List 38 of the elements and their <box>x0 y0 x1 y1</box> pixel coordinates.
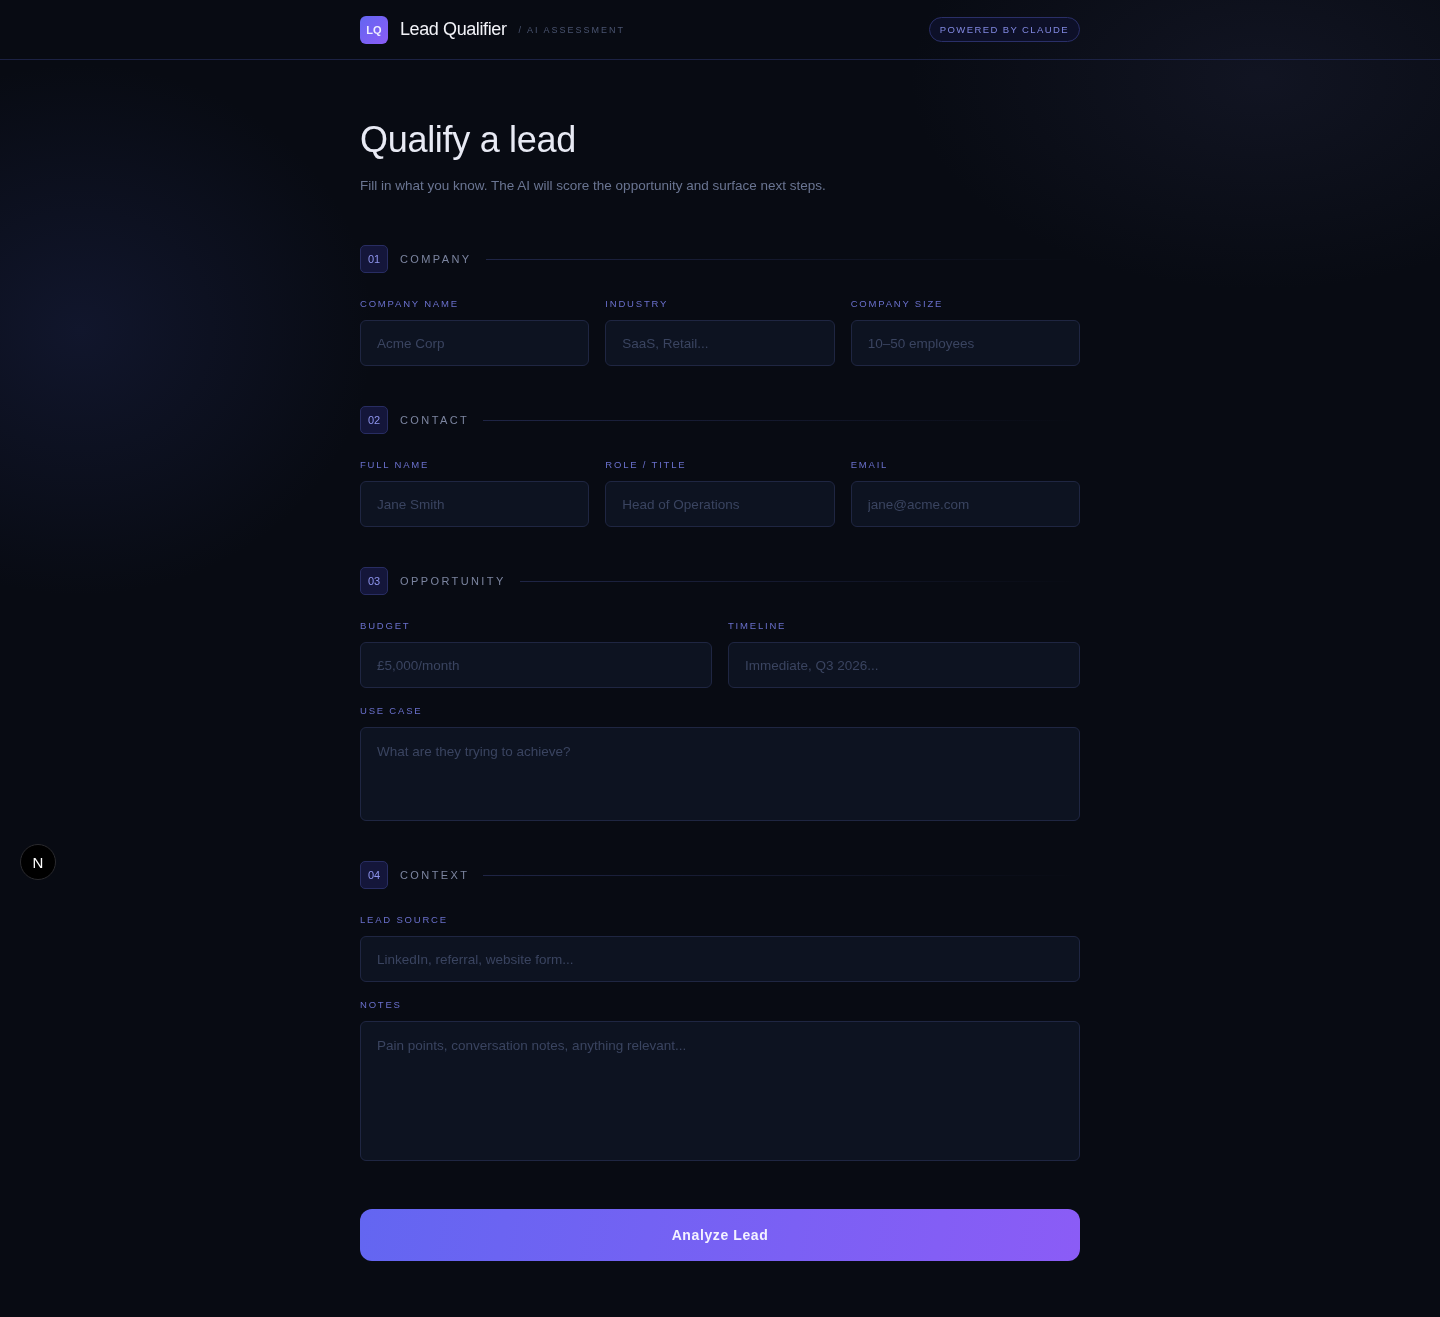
field-label: COMPANY NAME <box>360 297 459 311</box>
section-number: 02 <box>360 406 388 434</box>
section-number: 03 <box>360 567 388 595</box>
powered-by-badge: POWERED BY CLAUDE <box>928 17 1080 42</box>
page-description: Fill in what you know. The AI will score the opportunity and surface next steps. <box>360 177 827 195</box>
input-field[interactable]: jane@acme.com <box>850 481 1080 527</box>
section-number: 01 <box>360 245 388 273</box>
field-label: NOTES <box>360 998 402 1012</box>
input-field[interactable]: LinkedIn, referral, website form... <box>360 936 1080 982</box>
input-field[interactable]: Immediate, Q3 2026... <box>728 642 1080 688</box>
input-field[interactable]: SaaS, Retail... <box>605 320 835 366</box>
field-label: BUDGET <box>360 619 411 633</box>
input-field[interactable]: Acme Corp <box>360 320 590 366</box>
page-heading: Qualify a lead <box>360 118 577 162</box>
input-field[interactable]: Jane Smith <box>360 481 590 527</box>
section-title: CONTEXT <box>400 869 470 881</box>
field-label: USE CASE <box>360 704 423 718</box>
input-field[interactable]: Head of Operations <box>605 481 835 527</box>
app-subtitle: / AI ASSESSMENT <box>518 24 625 35</box>
input-field[interactable]: 10–50 employees <box>850 320 1080 366</box>
field-label: FULL NAME <box>360 458 430 472</box>
field-label: LEAD SOURCE <box>360 913 448 927</box>
textarea-field[interactable]: What are they trying to achieve? <box>360 727 1080 821</box>
field-label: EMAIL <box>850 458 889 472</box>
textarea-field[interactable]: Pain points, conversation notes, anything relevant... <box>360 1021 1080 1161</box>
field-label: TIMELINE <box>728 619 787 633</box>
logo-badge: LQ <box>360 15 388 44</box>
section-title: CONTACT <box>400 414 470 426</box>
section-title: OPPORTUNITY <box>400 575 506 587</box>
input-field[interactable]: £5,000/month <box>360 642 712 688</box>
app-title: Lead Qualifier <box>400 19 507 40</box>
section-title: COMPANY <box>400 253 472 265</box>
analyze-lead-button[interactable]: Analyze Lead <box>360 1209 1080 1261</box>
field-label: ROLE / TITLE <box>605 458 687 472</box>
dev-indicator-button[interactable]: N <box>20 844 56 880</box>
field-label: COMPANY SIZE <box>850 297 944 311</box>
field-label: INDUSTRY <box>605 297 669 311</box>
section-number: 04 <box>360 861 388 889</box>
